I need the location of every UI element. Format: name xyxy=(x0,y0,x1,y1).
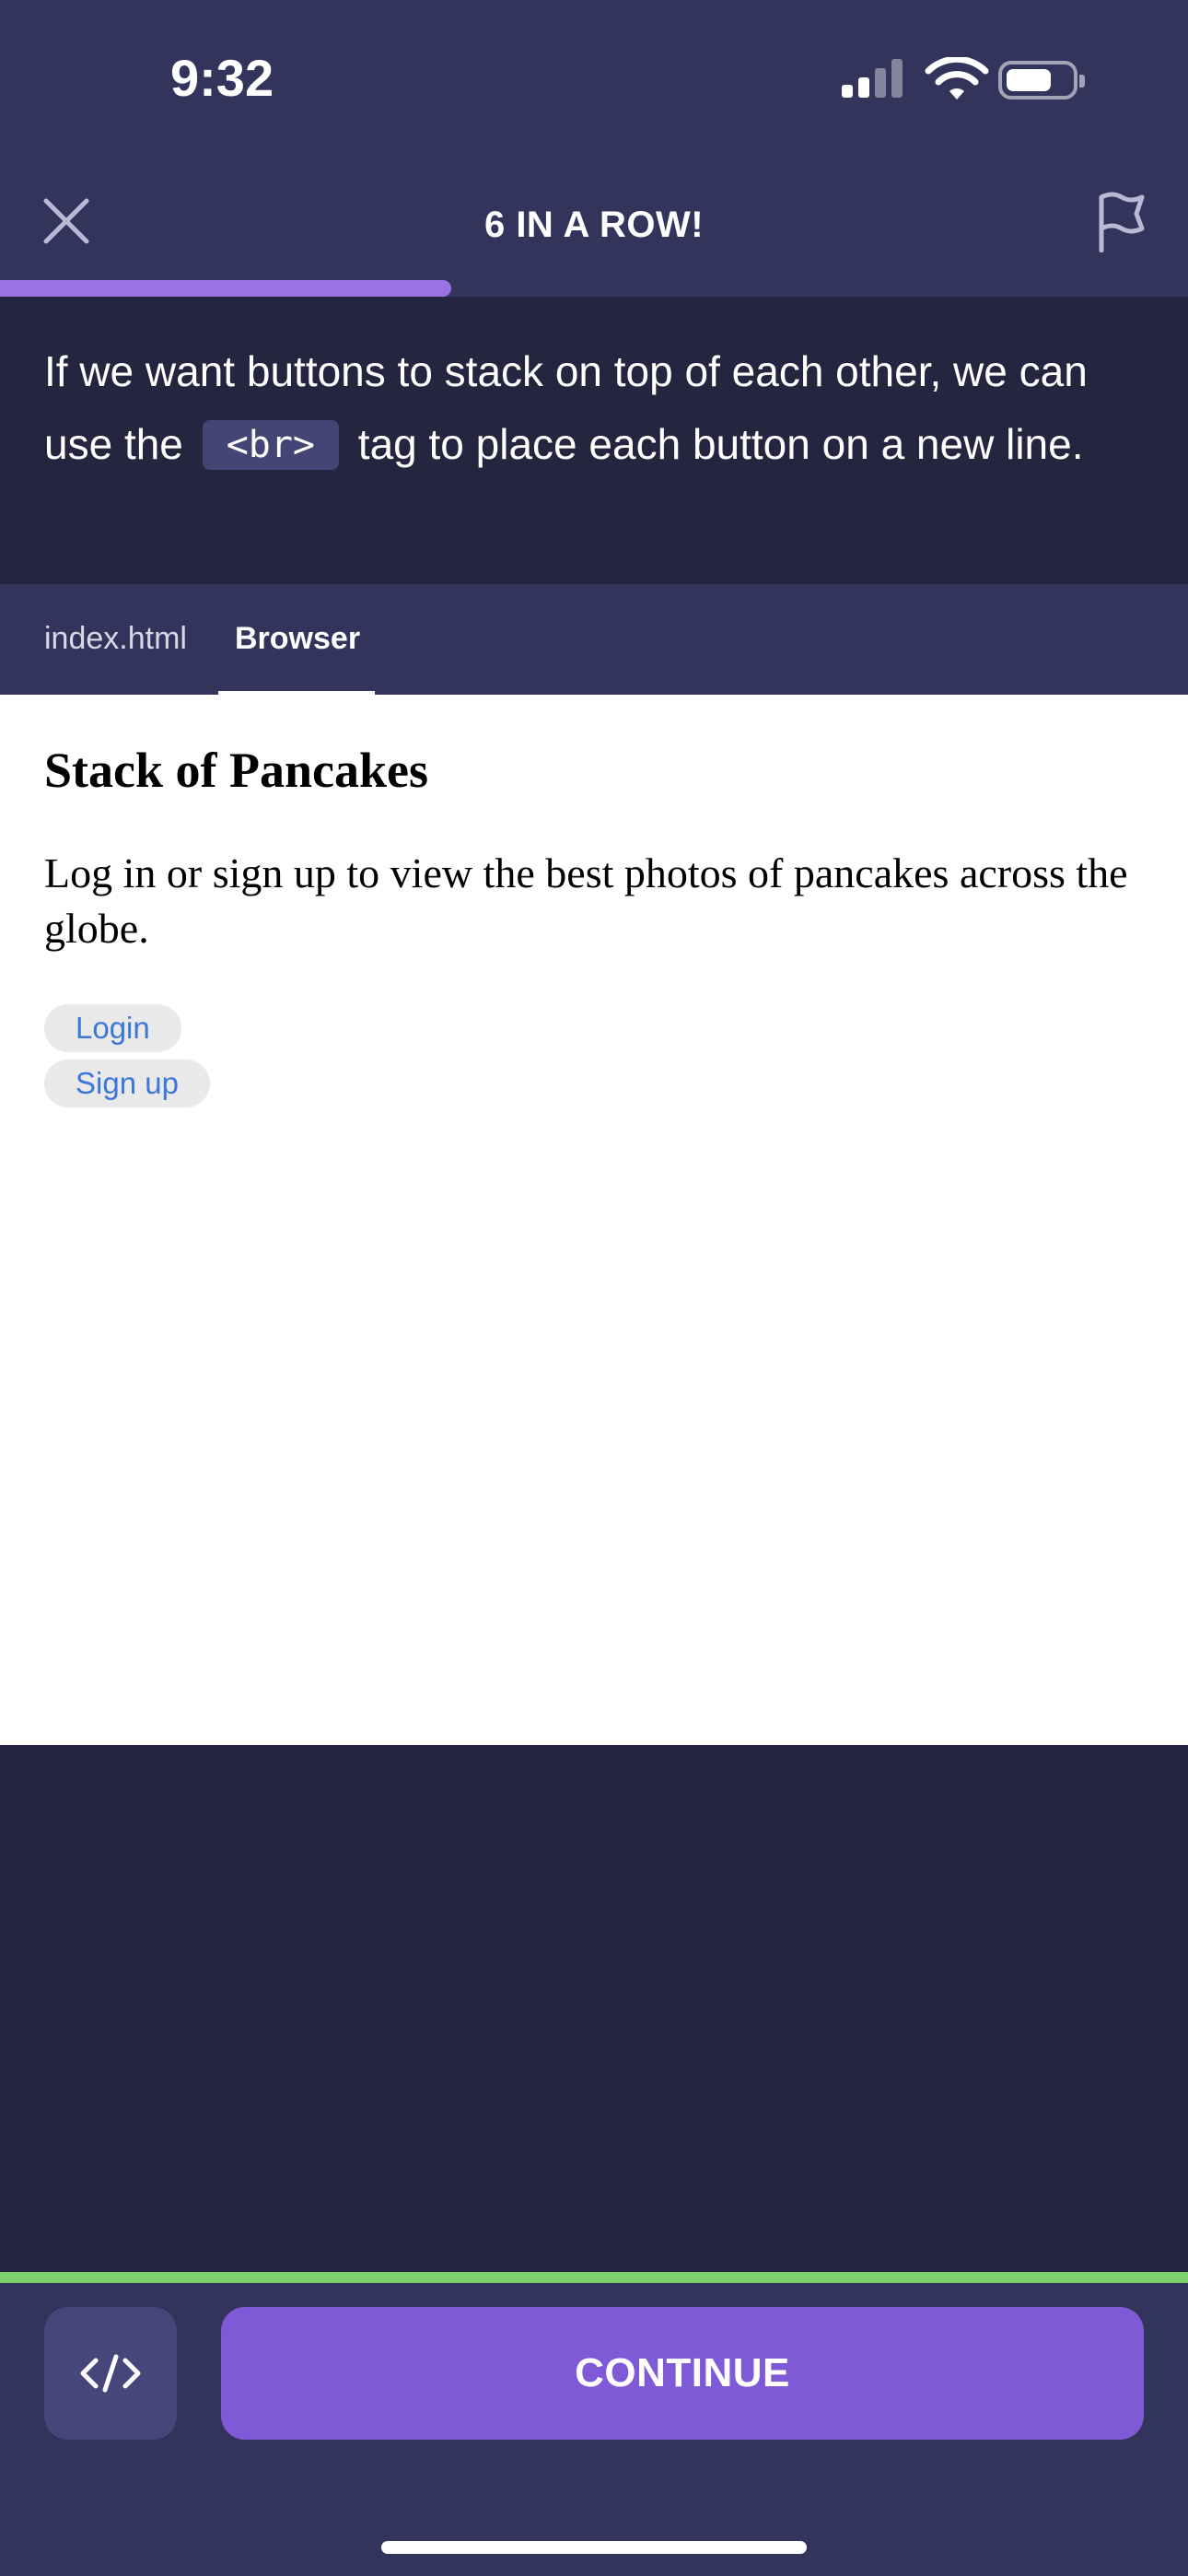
success-indicator-line xyxy=(0,2272,1188,2283)
flag-icon[interactable] xyxy=(1096,192,1147,252)
continue-button[interactable]: CONTINUE xyxy=(221,2307,1144,2440)
lesson-progress-bar xyxy=(0,280,1188,297)
preview-paragraph: Log in or sign up to view the best photo… xyxy=(44,849,1128,952)
preview-button-stack: Login Sign up xyxy=(44,1004,1144,1107)
lesson-progress-fill xyxy=(0,280,452,297)
home-indicator xyxy=(381,2541,807,2554)
instruction-text-after: tag to place each button on a new line. xyxy=(357,420,1084,468)
signal-icon xyxy=(840,55,904,105)
login-button[interactable]: Login xyxy=(44,1004,181,1052)
top-bar xyxy=(0,0,1188,297)
code-icon xyxy=(80,2354,141,2393)
battery-icon xyxy=(998,61,1085,100)
preview-heading: Stack of Pancakes xyxy=(44,743,428,798)
wifi-icon xyxy=(925,57,989,100)
tab-index-html[interactable]: index.html xyxy=(44,621,187,657)
browser-preview: Stack of Pancakes Log in or sign up to v… xyxy=(0,695,1188,1745)
lesson-title: 6 IN A ROW! xyxy=(483,205,705,245)
view-tabs: index.html Browser xyxy=(0,584,1188,695)
sign-up-button[interactable]: Sign up xyxy=(44,1060,210,1107)
status-time: 9:32 xyxy=(170,49,274,107)
instruction-panel: If we want buttons to stack on top of ea… xyxy=(0,299,1188,584)
tab-browser[interactable]: Browser xyxy=(235,621,360,657)
code-toggle-button[interactable] xyxy=(44,2307,177,2440)
code-snippet: <br> xyxy=(202,420,340,470)
